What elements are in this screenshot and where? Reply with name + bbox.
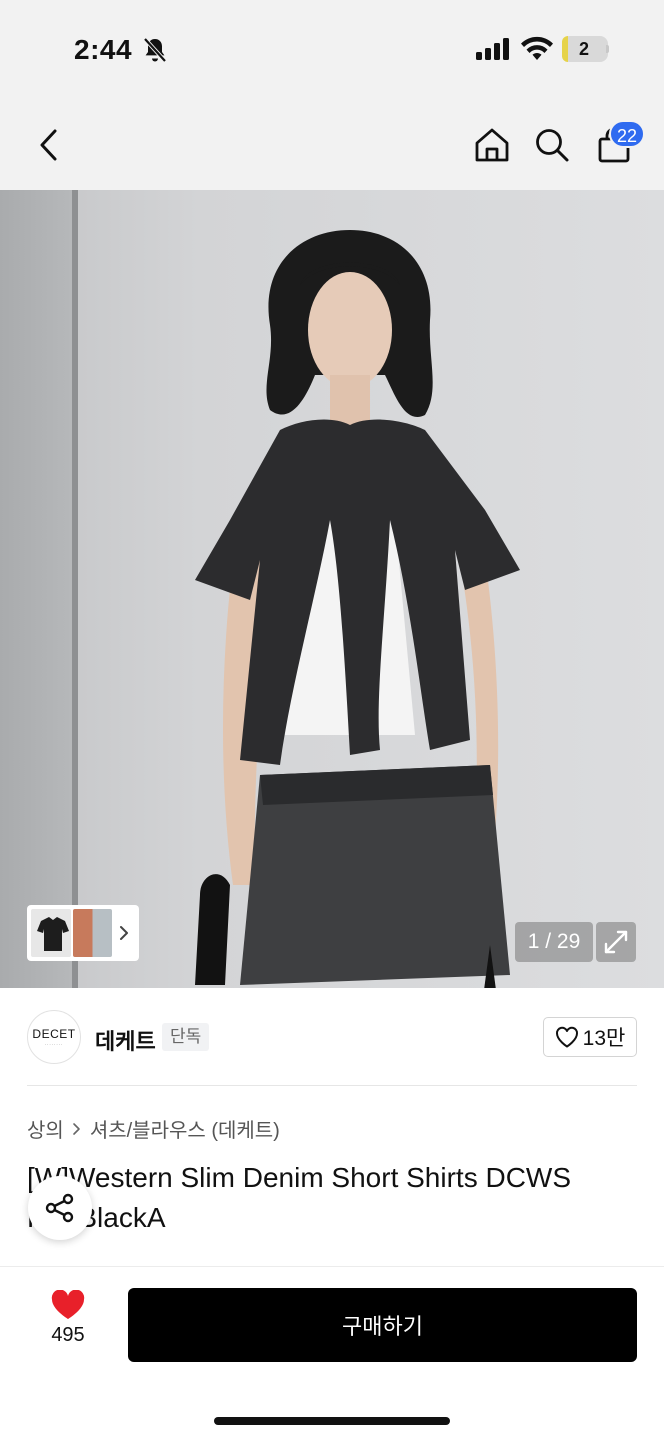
- breadcrumb-subcategory[interactable]: 셔츠/블라우스 (데케트): [90, 1114, 280, 1143]
- chevron-right-icon: [73, 1122, 80, 1135]
- wishlist-button[interactable]: 495: [36, 1290, 100, 1360]
- bottom-bar-divider: [0, 1266, 664, 1267]
- search-button[interactable]: [530, 122, 574, 168]
- breadcrumb-category[interactable]: 상의: [27, 1114, 64, 1143]
- model-photo: [195, 230, 520, 988]
- share-button[interactable]: [28, 1176, 92, 1240]
- section-divider: [27, 1085, 637, 1086]
- shirt-thumbnail-image: [37, 917, 69, 951]
- home-indicator: [214, 1417, 450, 1425]
- chevron-right-icon: [120, 926, 129, 940]
- home-icon: [475, 128, 509, 162]
- heart-outline-icon: [555, 1026, 578, 1048]
- search-icon: [536, 129, 569, 162]
- background-panel: [0, 190, 72, 988]
- nav-bar: [0, 100, 664, 190]
- share-icon: [45, 1193, 74, 1223]
- background-panel-edge: [72, 190, 78, 988]
- wishlist-count: 495: [51, 1324, 85, 1346]
- brand-like-count: 13만: [582, 1027, 626, 1050]
- thumbnail-shirt[interactable]: [31, 909, 71, 957]
- status-time: 2:44: [74, 34, 133, 65]
- buy-button[interactable]: 구매하기: [128, 1288, 637, 1362]
- breadcrumb: 상의 셔츠/블라우스 (데케트): [27, 1114, 280, 1143]
- brand-like-button[interactable]: 13만: [543, 1017, 637, 1057]
- expand-icon: [604, 930, 628, 954]
- thumbnail-model[interactable]: [73, 909, 112, 957]
- cart-count-badge: 22: [609, 120, 646, 148]
- status-bar: 2:44 2: [0, 0, 664, 100]
- heart-filled-icon: [51, 1290, 85, 1319]
- thumbnail-next[interactable]: [114, 909, 135, 957]
- product-title: [W]Western Slim Denim Short Shirts DCWS …: [27, 1162, 572, 1233]
- battery-cap: [606, 45, 609, 53]
- brand-logo-text: DECET: [32, 1027, 76, 1041]
- brand-name[interactable]: 데케트: [95, 1024, 156, 1056]
- back-button[interactable]: [28, 122, 68, 168]
- wifi-icon: [521, 36, 553, 60]
- brand-logo[interactable]: DECET ········: [27, 1010, 81, 1064]
- thumbnail-strip[interactable]: [27, 905, 139, 961]
- home-button[interactable]: [470, 122, 514, 168]
- cellular-signal-icon: [476, 38, 509, 60]
- battery-level: 2: [578, 39, 589, 59]
- image-page-indicator: 1 / 29: [515, 922, 593, 962]
- bell-off-icon: [143, 37, 167, 63]
- exclusive-badge: 단독: [162, 1023, 210, 1051]
- battery-icon: 2: [562, 36, 608, 62]
- expand-image-button[interactable]: [596, 922, 636, 962]
- product-image[interactable]: [0, 190, 664, 988]
- brand-logo-underline: ········: [44, 1042, 64, 1047]
- chevron-left-icon: [40, 129, 57, 161]
- brand-row: DECET ········ 데케트 단독 13만: [0, 988, 664, 1086]
